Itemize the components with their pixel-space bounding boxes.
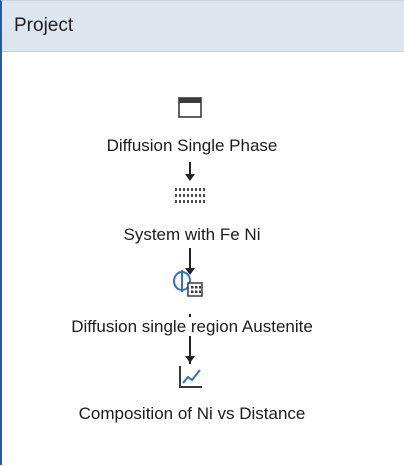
line-chart-icon (179, 366, 202, 388)
node-label: Diffusion single region Austenite (70, 317, 314, 336)
node-label: Diffusion Single Phase (105, 136, 279, 155)
project-tree: Diffusion Single Phase System with Fe Ni (2, 52, 404, 466)
tree-arrow (185, 174, 195, 181)
project-panel: Project Diffusion Single Phase System wi… (0, 0, 404, 465)
panel-header: Project (2, 1, 404, 52)
panel-title: Project (14, 15, 74, 36)
tree-arrow (185, 356, 195, 363)
node-label: Composition of Ni vs Distance (77, 404, 307, 423)
diffusion-calculation-icon (173, 270, 203, 297)
window-icon (178, 97, 202, 118)
node-label: System with Fe Ni (122, 225, 262, 244)
system-grid-icon (175, 188, 205, 203)
